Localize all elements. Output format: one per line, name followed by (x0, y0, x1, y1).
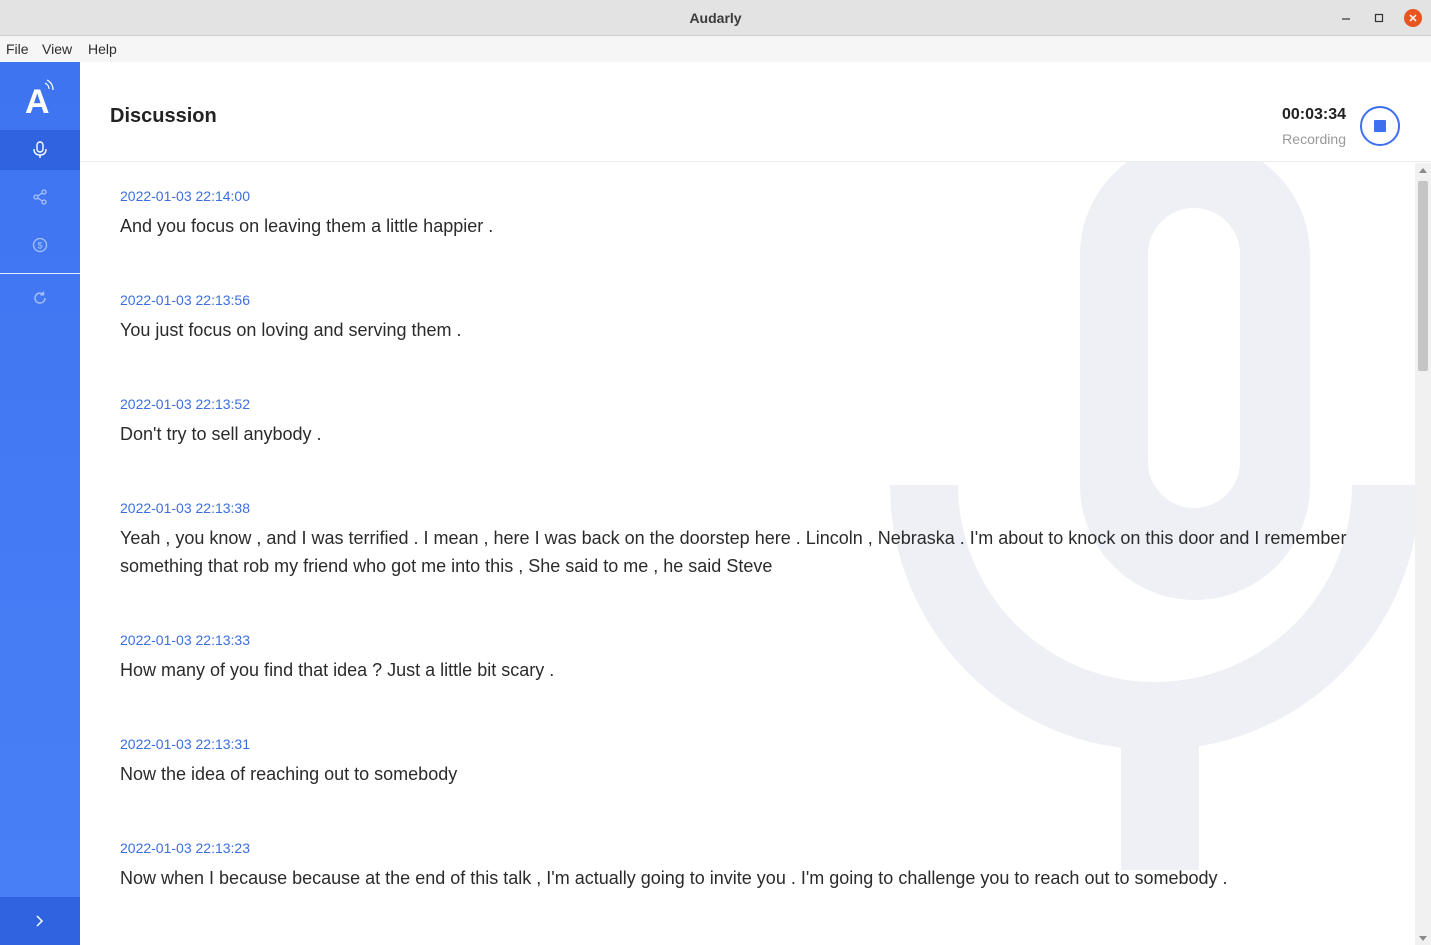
maximize-icon (1374, 13, 1384, 23)
entry-text: Yeah , you know , and I was terrified . … (120, 528, 1347, 576)
scrollbar-thumb[interactable] (1418, 181, 1428, 371)
transcript-entry: 2022-01-03 22:14:00 And you focus on lea… (120, 186, 1380, 240)
scroll-up-icon[interactable] (1419, 168, 1427, 173)
main-panel: Discussion 00:03:34 Recording 2022-01-03… (80, 62, 1431, 945)
share-icon (33, 189, 47, 205)
entry-text: How many of you find that idea ? Just a … (120, 660, 555, 680)
entry-timestamp: 2022-01-03 22:13:31 (120, 736, 250, 752)
entry-timestamp: 2022-01-03 22:13:52 (120, 396, 250, 412)
menu-help[interactable]: Help (88, 36, 117, 62)
page-header: Discussion 00:03:34 Recording (80, 62, 1431, 162)
expand-sidebar-button[interactable] (0, 897, 80, 945)
sidebar-item-record[interactable] (0, 130, 80, 170)
dollar-icon: $ (32, 237, 48, 253)
entry-timestamp: 2022-01-03 22:13:33 (120, 632, 250, 648)
title-bar: Audarly (0, 0, 1431, 36)
minimize-button[interactable] (1337, 9, 1355, 27)
microphone-icon (33, 141, 47, 158)
minimize-icon (1342, 18, 1350, 20)
page-title: Discussion (110, 105, 217, 127)
entry-text: And you focus on leaving them a little h… (120, 216, 494, 236)
close-icon (1409, 14, 1417, 22)
logo-letter: A (25, 83, 50, 117)
transcript-entry: 2022-01-03 22:13:38 Yeah , you know , an… (120, 498, 1380, 580)
app-logo: A (0, 74, 80, 120)
stop-recording-button[interactable] (1360, 106, 1400, 146)
menu-file[interactable]: File (6, 36, 29, 62)
maximize-button[interactable] (1370, 9, 1388, 27)
sidebar-divider (0, 273, 80, 274)
entry-text: Don't try to sell anybody . (120, 424, 322, 444)
sidebar-item-share[interactable] (0, 177, 80, 217)
stop-icon (1374, 120, 1386, 132)
sidebar-item-refresh[interactable] (0, 278, 80, 318)
transcript-entry: 2022-01-03 22:13:52 Don't try to sell an… (120, 394, 1380, 448)
svg-text:$: $ (37, 241, 42, 251)
transcript-scrollbar[interactable] (1415, 163, 1431, 945)
recording-status: Recording (1282, 131, 1346, 147)
entry-text: Now when I because because at the end of… (120, 868, 1228, 888)
entry-timestamp: 2022-01-03 22:14:00 (120, 188, 250, 204)
recording-timer: 00:03:34 (1281, 106, 1346, 123)
window-title: Audarly (689, 10, 742, 26)
menu-bar: File View Help (0, 36, 1431, 62)
transcript-entry: 2022-01-03 22:13:31 Now the idea of reac… (120, 734, 1380, 788)
transcript-entry: 2022-01-03 22:13:33 How many of you find… (120, 630, 1380, 684)
sidebar: A $ (0, 62, 80, 945)
entry-text: You just focus on loving and serving the… (120, 320, 462, 340)
sidebar-item-billing[interactable]: $ (0, 225, 80, 265)
refresh-icon (34, 291, 46, 304)
chevron-right-icon (36, 915, 44, 927)
transcript-entry: 2022-01-03 22:13:23 Now when I because b… (120, 838, 1380, 892)
entry-timestamp: 2022-01-03 22:13:56 (120, 292, 250, 308)
entry-timestamp: 2022-01-03 22:13:23 (120, 840, 250, 856)
entry-text: Now the idea of reaching out to somebody (120, 764, 458, 784)
menu-view[interactable]: View (42, 36, 72, 62)
transcript-entry: 2022-01-03 22:13:56 You just focus on lo… (120, 290, 1380, 344)
entry-timestamp: 2022-01-03 22:13:38 (120, 500, 250, 516)
close-button[interactable] (1404, 9, 1422, 27)
scroll-down-icon[interactable] (1419, 936, 1427, 941)
